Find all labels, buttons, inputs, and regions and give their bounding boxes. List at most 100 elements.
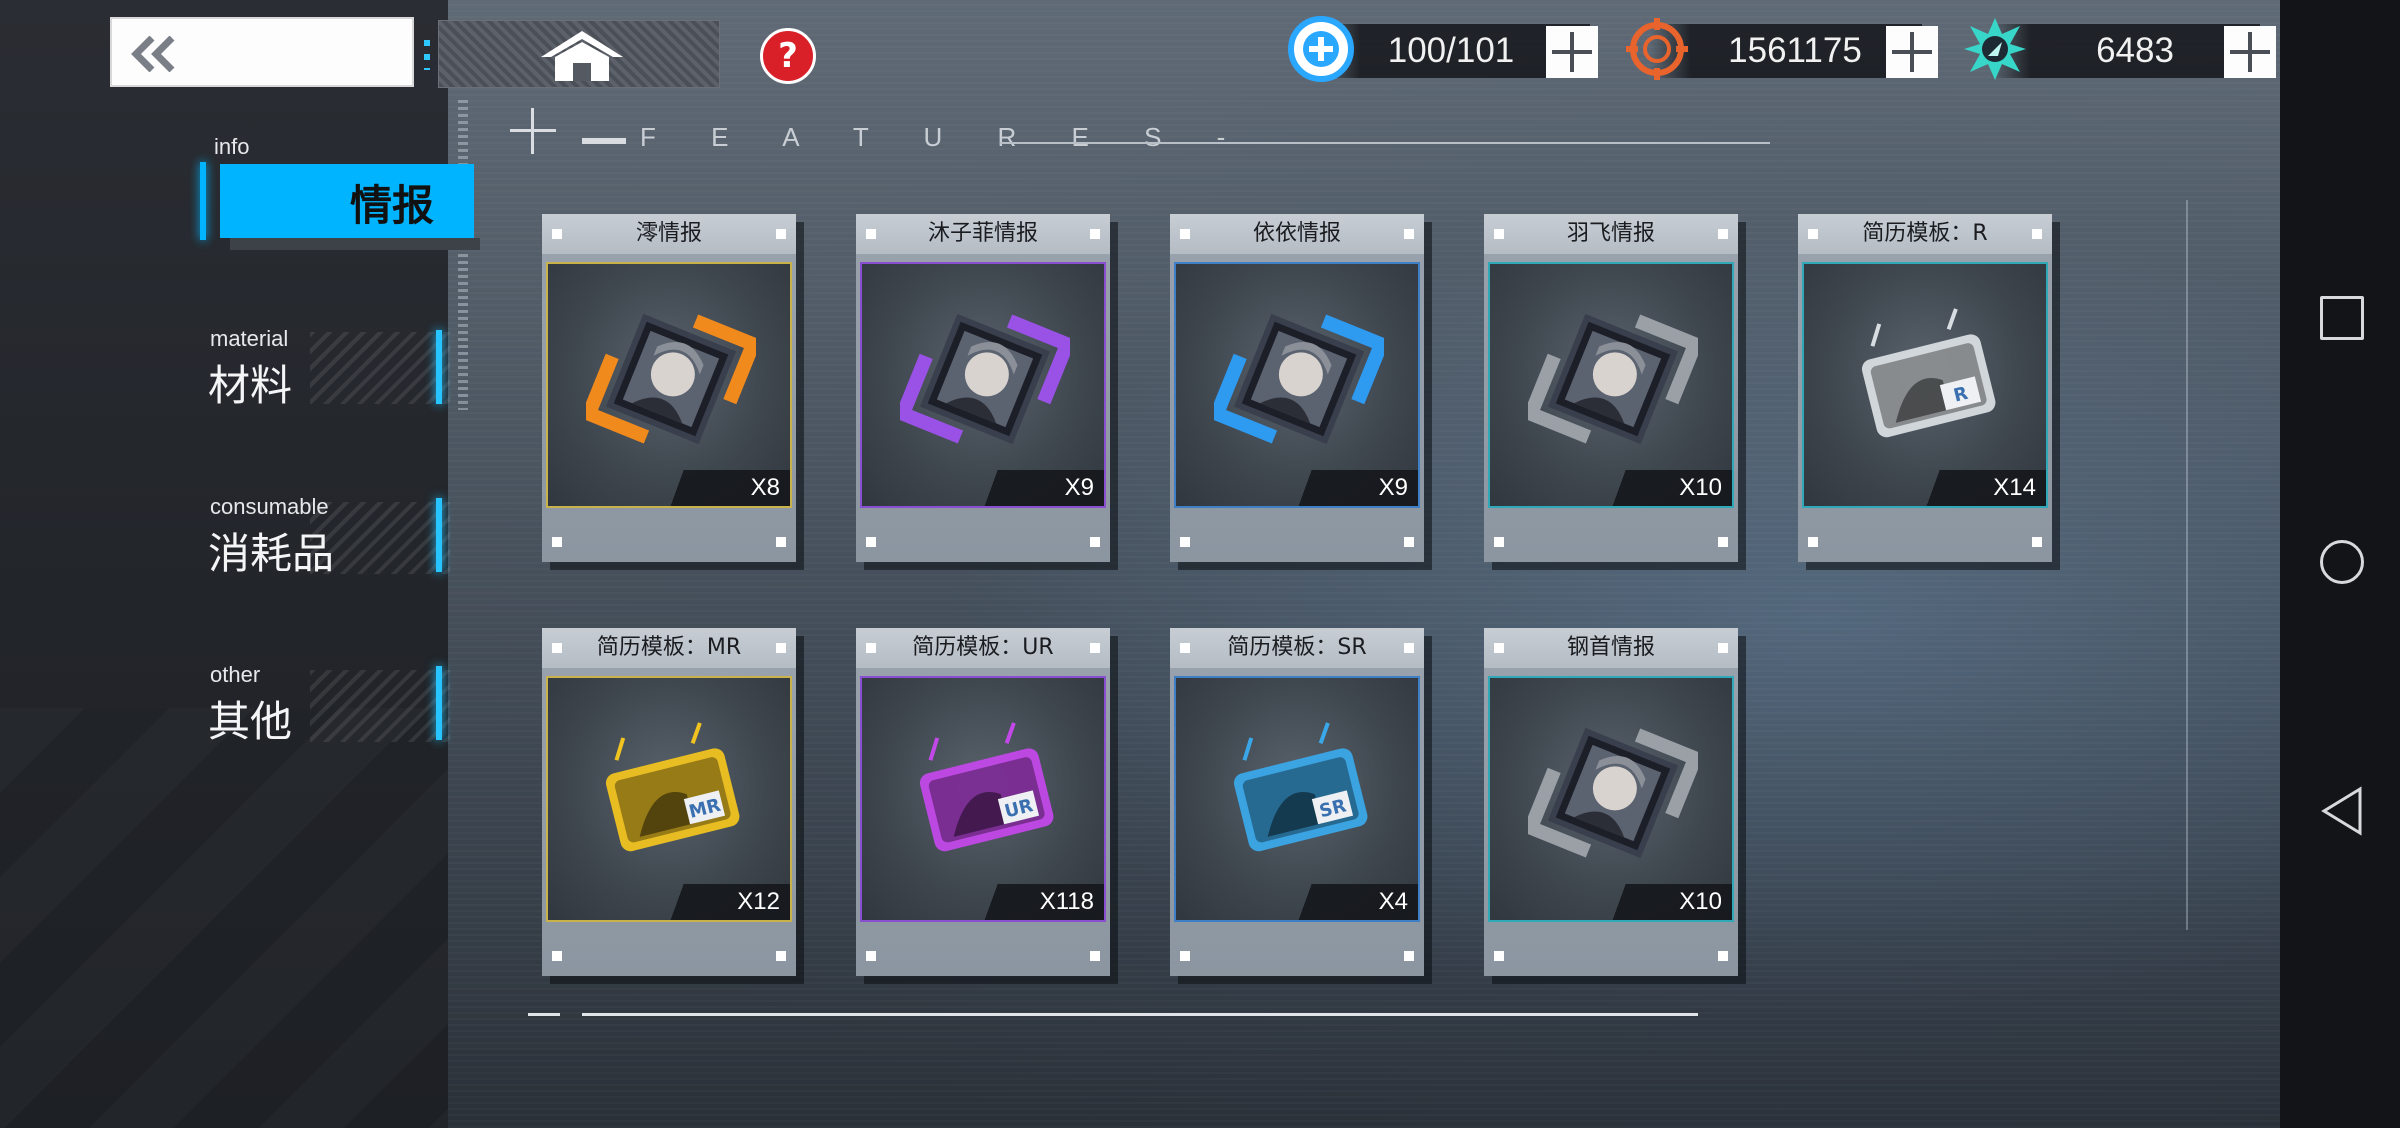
item-count: X8 bbox=[650, 470, 790, 506]
item-frame: UR X118 bbox=[860, 676, 1106, 922]
item-footer bbox=[1170, 522, 1424, 562]
coin-target-icon bbox=[1624, 16, 1690, 82]
tab-other-en: other bbox=[210, 662, 261, 687]
item-count: X9 bbox=[1278, 470, 1418, 506]
tab-indicator bbox=[436, 330, 442, 404]
tab-consumable-en: consumable bbox=[210, 494, 329, 519]
tab-info-cn: 情报 bbox=[349, 181, 434, 230]
tab-active-indicator bbox=[200, 162, 206, 240]
tab-stripe bbox=[310, 332, 450, 404]
item-footer bbox=[1484, 936, 1738, 976]
item-footer bbox=[856, 522, 1110, 562]
item-card[interactable]: 依依情报 X9 bbox=[1170, 214, 1424, 562]
item-name: 澪情报 bbox=[542, 214, 796, 254]
crystal-value: 6483 bbox=[2096, 31, 2174, 70]
features-label: F E A T U R E S - bbox=[640, 122, 1250, 152]
item-frame: X10 bbox=[1488, 676, 1734, 922]
item-footer bbox=[1170, 936, 1424, 976]
item-frame: X9 bbox=[1174, 262, 1420, 508]
tab-other[interactable]: other 其他 bbox=[190, 662, 450, 746]
item-frame: X10 bbox=[1488, 262, 1734, 508]
dossier-icon bbox=[586, 313, 756, 445]
tab-other-cn: 其他 bbox=[208, 697, 293, 746]
bottom-line bbox=[582, 1013, 1698, 1016]
stamina-plus-icon bbox=[1288, 16, 1354, 82]
dossier-icon bbox=[900, 313, 1070, 445]
back-button[interactable] bbox=[110, 17, 414, 87]
home-button[interactable] bbox=[438, 20, 720, 88]
item-name: 沐子菲情报 bbox=[856, 214, 1110, 254]
item-count: X12 bbox=[650, 884, 790, 920]
add-crystal-button[interactable] bbox=[2224, 26, 2276, 78]
item-card[interactable]: 羽飞情报 X10 bbox=[1484, 214, 1738, 562]
item-card[interactable]: 简历模板：SR SR X4 bbox=[1170, 628, 1424, 976]
item-footer bbox=[542, 936, 796, 976]
energy-crystal-icon bbox=[1962, 16, 2028, 82]
item-name: 钢首情报 bbox=[1484, 628, 1738, 668]
features-line bbox=[1000, 142, 1770, 144]
divider-dots bbox=[424, 40, 430, 70]
double-chevron-left-icon bbox=[131, 36, 175, 72]
home-icon bbox=[541, 31, 623, 81]
tab-indicator bbox=[436, 666, 442, 740]
tab-active-shadow bbox=[230, 238, 480, 250]
tab-consumable[interactable]: consumable 消耗品 bbox=[190, 494, 450, 578]
item-count: X10 bbox=[1592, 470, 1732, 506]
recent-apps-button[interactable] bbox=[2320, 296, 2364, 340]
tab-material-cn: 材料 bbox=[208, 361, 293, 410]
item-count: X118 bbox=[964, 884, 1104, 920]
tab-info[interactable]: info 情报 bbox=[190, 134, 480, 264]
item-footer bbox=[542, 522, 796, 562]
dossier-icon bbox=[1214, 313, 1384, 445]
item-footer bbox=[1798, 522, 2052, 562]
item-name: 简历模板：R bbox=[1798, 214, 2052, 254]
back-triangle-icon bbox=[2321, 786, 2362, 836]
resume-template-icon: R bbox=[1861, 308, 1996, 438]
item-card[interactable]: 简历模板：MR MR X12 bbox=[542, 628, 796, 976]
item-count: X9 bbox=[964, 470, 1104, 506]
system-back-button[interactable] bbox=[2320, 786, 2364, 836]
add-stamina-button[interactable] bbox=[1546, 26, 1598, 78]
item-card[interactable]: 简历模板：UR UR X118 bbox=[856, 628, 1110, 976]
item-count: X10 bbox=[1592, 884, 1732, 920]
features-dash bbox=[582, 138, 626, 144]
item-name: 羽飞情报 bbox=[1484, 214, 1738, 254]
item-name: 简历模板：MR bbox=[542, 628, 796, 668]
crosshair-decor-icon bbox=[510, 108, 556, 154]
item-count: X4 bbox=[1278, 884, 1418, 920]
tab-indicator bbox=[436, 498, 442, 572]
help-button[interactable]: ? bbox=[760, 28, 816, 84]
tab-material[interactable]: material 材料 bbox=[190, 326, 450, 410]
item-frame: R X14 bbox=[1802, 262, 2048, 508]
resume-template-icon: UR bbox=[919, 722, 1054, 852]
system-home-button[interactable] bbox=[2320, 540, 2364, 584]
resume-template-icon: MR bbox=[605, 722, 740, 852]
item-count: X14 bbox=[1906, 470, 2046, 506]
tab-material-en: material bbox=[210, 326, 289, 351]
item-name: 依依情报 bbox=[1170, 214, 1424, 254]
add-coin-button[interactable] bbox=[1886, 26, 1938, 78]
item-name: 简历模板：UR bbox=[856, 628, 1110, 668]
coin-value: 1561175 bbox=[1728, 31, 1862, 70]
item-frame: X8 bbox=[546, 262, 792, 508]
tab-stripe bbox=[310, 670, 450, 742]
dossier-icon bbox=[1528, 727, 1698, 859]
dossier-icon bbox=[1528, 313, 1698, 445]
item-frame: X9 bbox=[860, 262, 1106, 508]
vertical-decor-text bbox=[458, 100, 468, 410]
question-icon: ? bbox=[778, 36, 798, 76]
right-rail-decor bbox=[2186, 200, 2188, 930]
item-card[interactable]: 钢首情报 X10 bbox=[1484, 628, 1738, 976]
item-footer bbox=[1484, 522, 1738, 562]
item-frame: MR X12 bbox=[546, 676, 792, 922]
tab-info-en: info bbox=[214, 134, 250, 159]
item-card[interactable]: 澪情报 X8 bbox=[542, 214, 796, 562]
stamina-value: 100/101 bbox=[1387, 31, 1515, 70]
item-card[interactable]: 沐子菲情报 X9 bbox=[856, 214, 1110, 562]
tab-consumable-cn: 消耗品 bbox=[208, 529, 335, 578]
resume-template-icon: SR bbox=[1233, 722, 1368, 852]
item-frame: SR X4 bbox=[1174, 676, 1420, 922]
bottom-dash bbox=[528, 1013, 560, 1016]
item-card[interactable]: 简历模板：R R X14 bbox=[1798, 214, 2052, 562]
item-footer bbox=[856, 936, 1110, 976]
